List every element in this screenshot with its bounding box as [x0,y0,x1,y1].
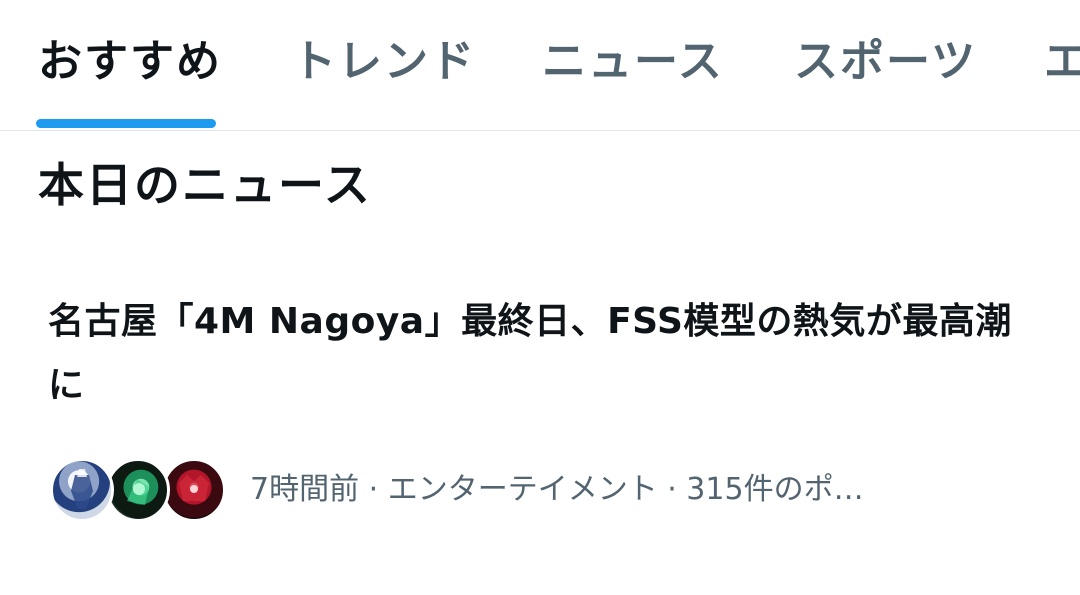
tab-sports[interactable]: スポーツ [794,34,977,90]
active-tab-indicator [36,119,216,128]
section-title: 本日のニュース [38,158,372,212]
tab-bar: おすすめ トレンド ニュース スポーツ エ [0,0,1080,131]
tab-news[interactable]: ニュース [542,34,724,90]
avatar [162,458,226,522]
tab-recommended[interactable]: おすすめ [38,34,222,90]
avatar [50,458,114,522]
news-headline[interactable]: 名古屋「4M Nagoya」最終日、FSS模型の熱気が最高潮に [48,290,1028,418]
news-meta-text: 7時間前 · エンターテイメント · 315件のポ… [250,472,864,507]
tab-entertainment[interactable]: エ [1044,34,1080,90]
news-item[interactable]: 名古屋「4M Nagoya」最終日、FSS模型の熱気が最高潮に 7時間前 · エ… [0,270,1080,560]
news-meta-row: 7時間前 · エンターテイメント · 315件のポ… [50,458,1030,524]
tab-trending[interactable]: トレンド [292,34,476,90]
avatar [106,458,170,522]
